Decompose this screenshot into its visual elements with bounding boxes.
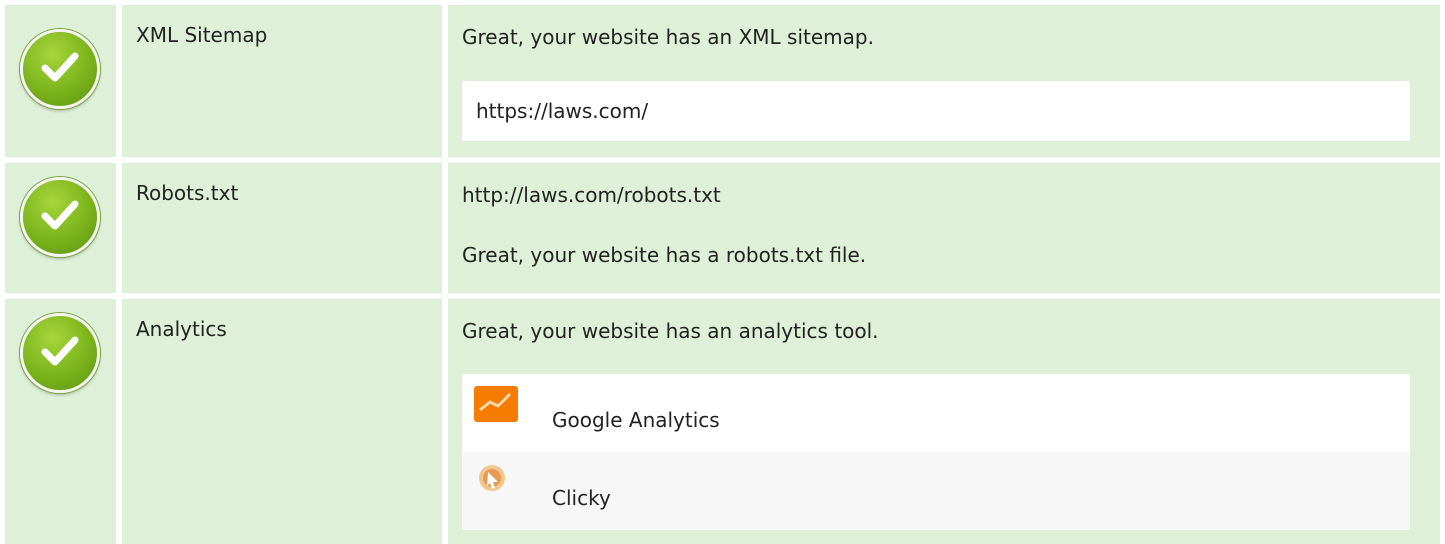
list-item: Google Analytics (462, 374, 1410, 452)
row-xml-sitemap: XML Sitemap Great, your website has an X… (5, 5, 1440, 157)
sitemap-url: https://laws.com/ (462, 81, 1410, 141)
tool-name: Clicky (552, 486, 611, 510)
row-message: Great, your website has an XML sitemap. (462, 25, 874, 49)
row-label-cell: XML Sitemap (122, 5, 442, 157)
row-body-cell: Great, your website has an XML sitemap. … (448, 5, 1440, 157)
clicky-icon (474, 464, 518, 500)
row-message: Great, your website has an analytics too… (462, 319, 879, 343)
analytics-tools-list: Google Analytics Clicky (462, 374, 1410, 530)
row-body-cell: http://laws.com/robots.txt Great, your w… (448, 163, 1440, 293)
list-item: Clicky (462, 452, 1410, 530)
status-cell (5, 163, 116, 293)
row-body-cell: Great, your website has an analytics too… (448, 299, 1440, 544)
robots-url[interactable]: http://laws.com/robots.txt (462, 183, 1410, 207)
row-label: XML Sitemap (136, 23, 268, 47)
status-cell (5, 299, 116, 544)
google-analytics-icon (474, 386, 518, 422)
check-icon (20, 177, 100, 257)
check-icon (20, 313, 100, 393)
check-icon (20, 29, 100, 109)
row-label-cell: Analytics (122, 299, 442, 544)
row-label-cell: Robots.txt (122, 163, 442, 293)
row-label: Analytics (136, 317, 227, 341)
row-analytics: Analytics Great, your website has an ana… (5, 299, 1440, 544)
row-robots-txt: Robots.txt http://laws.com/robots.txt Gr… (5, 163, 1440, 293)
tool-name: Google Analytics (552, 408, 720, 432)
row-message: Great, your website has a robots.txt fil… (462, 243, 867, 267)
row-label: Robots.txt (136, 181, 239, 205)
status-cell (5, 5, 116, 157)
